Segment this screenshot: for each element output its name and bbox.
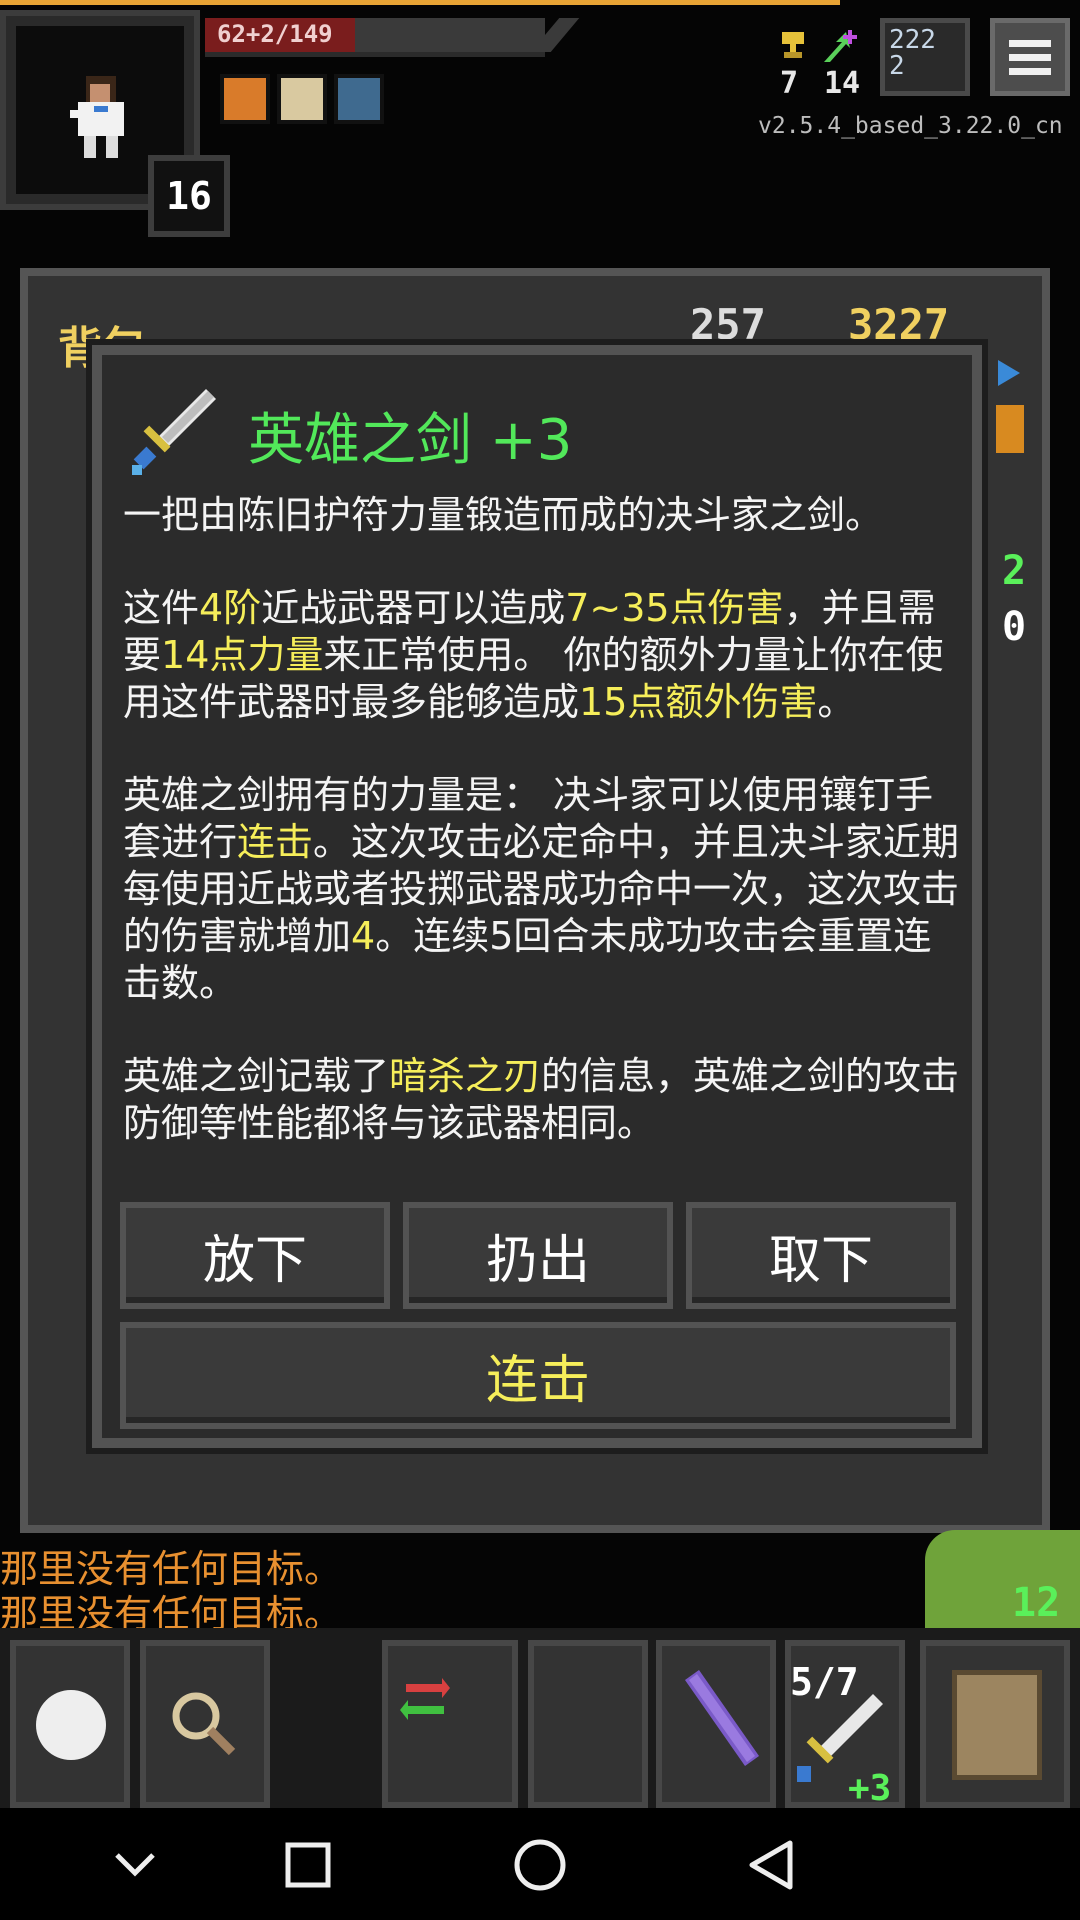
nav-back-button[interactable] [730, 1830, 810, 1900]
health-bar: 62+2/149 [205, 18, 545, 57]
keys-text: 222 2 [889, 25, 936, 81]
trophy-icon [782, 32, 804, 58]
main-menu-button[interactable] [990, 18, 1070, 96]
item-description: 一把由陈旧护符力量锻造而成的决斗家之剑。 这件4阶近战武器可以造成7~35点伤害… [123, 492, 968, 1193]
quickslot-empty[interactable] [528, 1640, 648, 1808]
circle-icon [514, 1839, 566, 1891]
desc-text: 这件 [123, 586, 200, 630]
desc-intro: 一把由陈旧护符力量锻造而成的决斗家之剑。 [123, 493, 884, 537]
side-count-top: 2 [1002, 548, 1027, 594]
buff-target-icon[interactable] [220, 74, 270, 124]
quickslot-swap[interactable] [382, 1640, 518, 1808]
journal-keys-button[interactable]: 222 2 [880, 18, 970, 96]
sword-upgrade-level: +3 [848, 1768, 892, 1809]
progress-line [0, 0, 840, 5]
swap-icon [400, 1678, 450, 1720]
square-icon [285, 1842, 331, 1888]
clock-icon [36, 1690, 106, 1760]
desc-combo: 连击 [237, 820, 314, 864]
desc-strength: 14点力量 [161, 633, 324, 677]
unequip-button[interactable]: 取下 [686, 1202, 956, 1309]
item-title: 英雄之剑 +3 [248, 408, 573, 473]
desc-text: 英雄之剑记载了 [123, 1054, 390, 1098]
desc-ability: 英雄之剑拥有的力量是： 决斗家可以使用镶钉手套进行连击。这次攻击必定命中，并且决… [123, 772, 968, 1007]
desc-extra-damage: 15点额外伤害 [579, 680, 818, 724]
menu-bar-icon [1009, 53, 1051, 61]
combo-button[interactable]: 连击 [120, 1322, 956, 1429]
menu-bar-icon [1009, 39, 1051, 47]
trophy-count: 7 [780, 66, 799, 101]
health-text: 62+2/149 [217, 20, 333, 48]
wand-icon [685, 1670, 759, 1766]
desc-text: 近战武器可以造成 [261, 586, 566, 630]
backpack-icon [952, 1670, 1042, 1780]
desc-tier: 4阶 [199, 586, 262, 630]
magnifier-icon [172, 1692, 236, 1756]
desc-weapon: 暗杀之刃 [389, 1054, 542, 1098]
nav-recents-button[interactable] [268, 1830, 348, 1900]
side-count-bottom: 0 [1002, 604, 1027, 650]
menu-bar-icon [1009, 67, 1051, 75]
back-triangle-icon [749, 1840, 793, 1890]
desc-damage: 7~35点伤害 [565, 586, 784, 630]
chevron-down-icon [115, 1853, 155, 1877]
hero-sword-icon [132, 389, 216, 475]
hero-level-badge: 16 [148, 155, 230, 237]
nav-home-button[interactable] [500, 1830, 580, 1900]
drop-button[interactable]: 放下 [120, 1202, 390, 1309]
buff-shield-icon[interactable] [334, 74, 384, 124]
desc-bonus: 4 [351, 914, 376, 958]
throw-button[interactable]: 扔出 [403, 1202, 673, 1309]
nav-hide-button[interactable] [95, 1830, 175, 1900]
backpack-energy-count: 257 [690, 300, 766, 349]
hero-avatar-icon[interactable] [70, 72, 132, 162]
buff-yinyang-icon[interactable] [277, 74, 327, 124]
desc-stats: 这件4阶近战武器可以造成7~35点伤害，并且需要14点力量来正常使用。 你的额外… [123, 585, 968, 726]
desc-record: 英雄之剑记载了暗杀之刃的信息，英雄之剑的攻击防御等性能都将与该武器相同。 [123, 1053, 968, 1147]
backpack-gold-count: 3227 [848, 300, 950, 349]
version-label: v2.5.4_based_3.22.0_cn [758, 113, 1063, 139]
side-flag-icon [996, 405, 1024, 453]
upgrade-arrow-icon [824, 30, 857, 62]
ally-level: 12 [1012, 1580, 1061, 1626]
desc-text: 。 [817, 680, 856, 724]
upgrade-count: 14 [824, 66, 861, 101]
